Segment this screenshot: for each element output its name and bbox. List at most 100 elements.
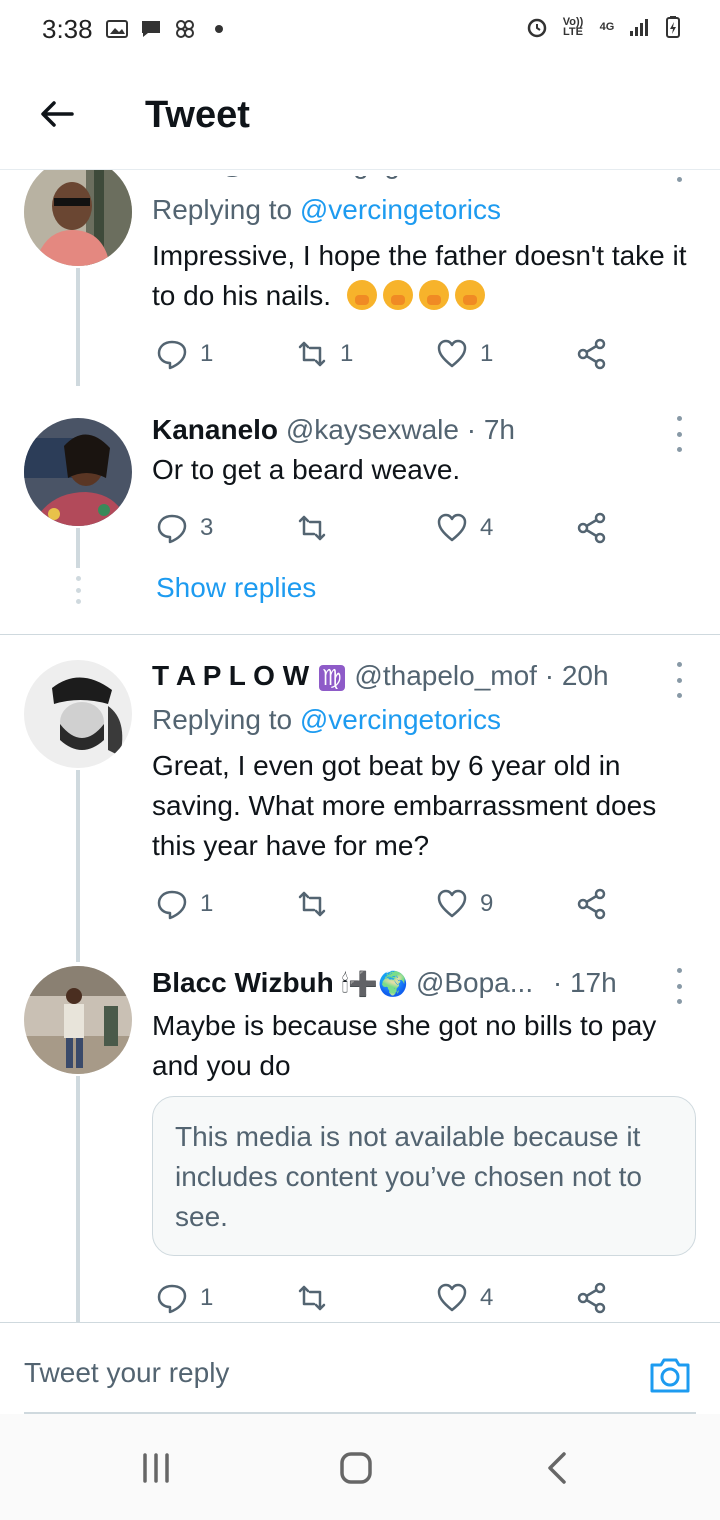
retweet-icon xyxy=(298,891,326,917)
home-button[interactable] xyxy=(336,1450,376,1486)
recent-apps-button[interactable] xyxy=(136,1450,176,1486)
reply-button[interactable]: 3 xyxy=(156,508,213,548)
retweet-icon xyxy=(298,1285,326,1311)
gallery-icon xyxy=(106,20,128,38)
author-name[interactable]: Kananelo xyxy=(152,414,278,445)
reply-count: 1 xyxy=(200,890,214,917)
tweet-actions: 3 4 xyxy=(152,508,622,548)
tweet-actions: 1 1 1 xyxy=(152,334,622,374)
reply-count: 1 xyxy=(200,340,214,367)
replying-to-link[interactable]: @vercingetorics xyxy=(300,194,501,225)
system-nav-bar xyxy=(0,1414,720,1520)
retweet-count: 1 xyxy=(340,340,354,367)
thread-continuation-dots xyxy=(74,576,82,604)
status-time: 3:38 xyxy=(42,14,93,44)
replying-to-label: Replying to xyxy=(152,194,293,225)
header: Tweet xyxy=(0,60,720,170)
avatar-photo xyxy=(24,660,132,768)
divider xyxy=(0,634,720,635)
share-icon xyxy=(577,338,606,370)
retweet-button[interactable] xyxy=(296,1278,340,1318)
author-name[interactable]: T A P L O W xyxy=(152,660,309,691)
heart-icon xyxy=(437,889,467,918)
author-handle: @Bopa... xyxy=(415,967,534,998)
like-count: 4 xyxy=(480,514,494,541)
share-icon xyxy=(577,512,606,544)
show-replies-link[interactable]: Show replies xyxy=(156,572,316,604)
nav-back-button[interactable] xyxy=(538,1450,578,1486)
page-title: Tweet xyxy=(145,94,250,136)
retweet-button[interactable] xyxy=(296,884,340,924)
author-name[interactable]: Blacc Wizbuh xyxy=(152,967,334,998)
share-icon xyxy=(577,1282,606,1314)
unavailable-media-notice: This media is not available because it i… xyxy=(152,1096,696,1256)
notification-dot-icon xyxy=(215,25,223,33)
like-button[interactable]: 9 xyxy=(436,884,493,924)
more-options-button[interactable] xyxy=(672,968,686,1004)
retweet-icon xyxy=(298,515,326,541)
message-icon xyxy=(142,21,160,37)
tweet-time: · 17h xyxy=(552,967,617,998)
share-button[interactable] xyxy=(576,1278,608,1318)
tweet-author-line: Kananelo @kaysexwale · 7h xyxy=(152,414,515,446)
tweet-feed[interactable]: BOB @maidukaguguletho · 7h Replying to @… xyxy=(0,170,720,1322)
retweet-button[interactable] xyxy=(296,508,340,548)
name-emojis: 🕯➕🌍 xyxy=(341,970,409,998)
like-button[interactable]: 4 xyxy=(436,1278,493,1318)
avatar-photo xyxy=(24,418,132,526)
share-button[interactable] xyxy=(576,508,608,548)
tweet-actions: 1 4 xyxy=(152,1278,622,1318)
share-button[interactable] xyxy=(576,334,608,374)
hand-over-mouth-emoji xyxy=(382,280,413,310)
avatar-photo xyxy=(24,170,132,266)
thread-line xyxy=(76,770,80,962)
avatar-photo xyxy=(24,966,132,1074)
camera-icon xyxy=(650,1358,690,1393)
reply-composer[interactable]: Tweet your reply xyxy=(0,1322,720,1414)
alarm-icon xyxy=(527,18,547,38)
hand-over-mouth-emoji xyxy=(346,280,377,310)
retweet-icon xyxy=(298,341,326,367)
like-button[interactable]: 1 xyxy=(436,334,493,374)
tweet-text: Impressive, I hope the father doesn't ta… xyxy=(152,236,700,316)
emoji-group xyxy=(339,280,491,311)
thread-line xyxy=(76,528,80,568)
heart-icon xyxy=(437,513,467,542)
replying-to: Replying to @vercingetorics xyxy=(152,704,501,736)
like-count: 1 xyxy=(480,340,494,367)
back-button[interactable] xyxy=(30,88,82,140)
status-bar: 3:38 Vo)) LTE 4G xyxy=(0,0,720,60)
avatar[interactable] xyxy=(24,170,132,266)
avatar[interactable] xyxy=(24,418,132,526)
author-handle: @kaysexwale · 7h xyxy=(285,414,515,445)
hand-over-mouth-emoji xyxy=(418,280,449,310)
reply-icon xyxy=(157,340,187,370)
network-4g-label: 4G xyxy=(599,21,615,33)
reply-count: 3 xyxy=(200,514,214,541)
like-count: 9 xyxy=(480,890,494,917)
tweet-author-line: BOB @maidukaguguletho · 7h xyxy=(152,176,532,180)
retweet-button[interactable]: 1 xyxy=(296,334,353,374)
replying-to-label: Replying to xyxy=(152,704,293,735)
reply-button[interactable]: 1 xyxy=(156,884,213,924)
reply-count: 1 xyxy=(200,1284,214,1311)
camera-button[interactable] xyxy=(648,1355,692,1395)
like-button[interactable]: 4 xyxy=(436,508,493,548)
signal-icon xyxy=(630,19,648,36)
reply-input[interactable]: Tweet your reply xyxy=(24,1357,229,1389)
share-icon xyxy=(577,888,606,920)
avatar[interactable] xyxy=(24,660,132,768)
heart-icon xyxy=(437,339,467,368)
more-options-button[interactable] xyxy=(672,416,686,452)
avatar[interactable] xyxy=(24,966,132,1074)
more-options-button[interactable] xyxy=(672,662,686,698)
more-options-button[interactable] xyxy=(672,170,686,182)
share-button[interactable] xyxy=(576,884,608,924)
replying-to-link[interactable]: @vercingetorics xyxy=(300,704,501,735)
reply-icon xyxy=(157,514,187,544)
reply-button[interactable]: 1 xyxy=(156,334,213,374)
recent-apps-icon xyxy=(143,1453,169,1483)
virgo-badge: ♍ xyxy=(318,665,345,691)
replying-to: Replying to @vercingetorics xyxy=(152,194,501,226)
reply-button[interactable]: 1 xyxy=(156,1278,213,1318)
